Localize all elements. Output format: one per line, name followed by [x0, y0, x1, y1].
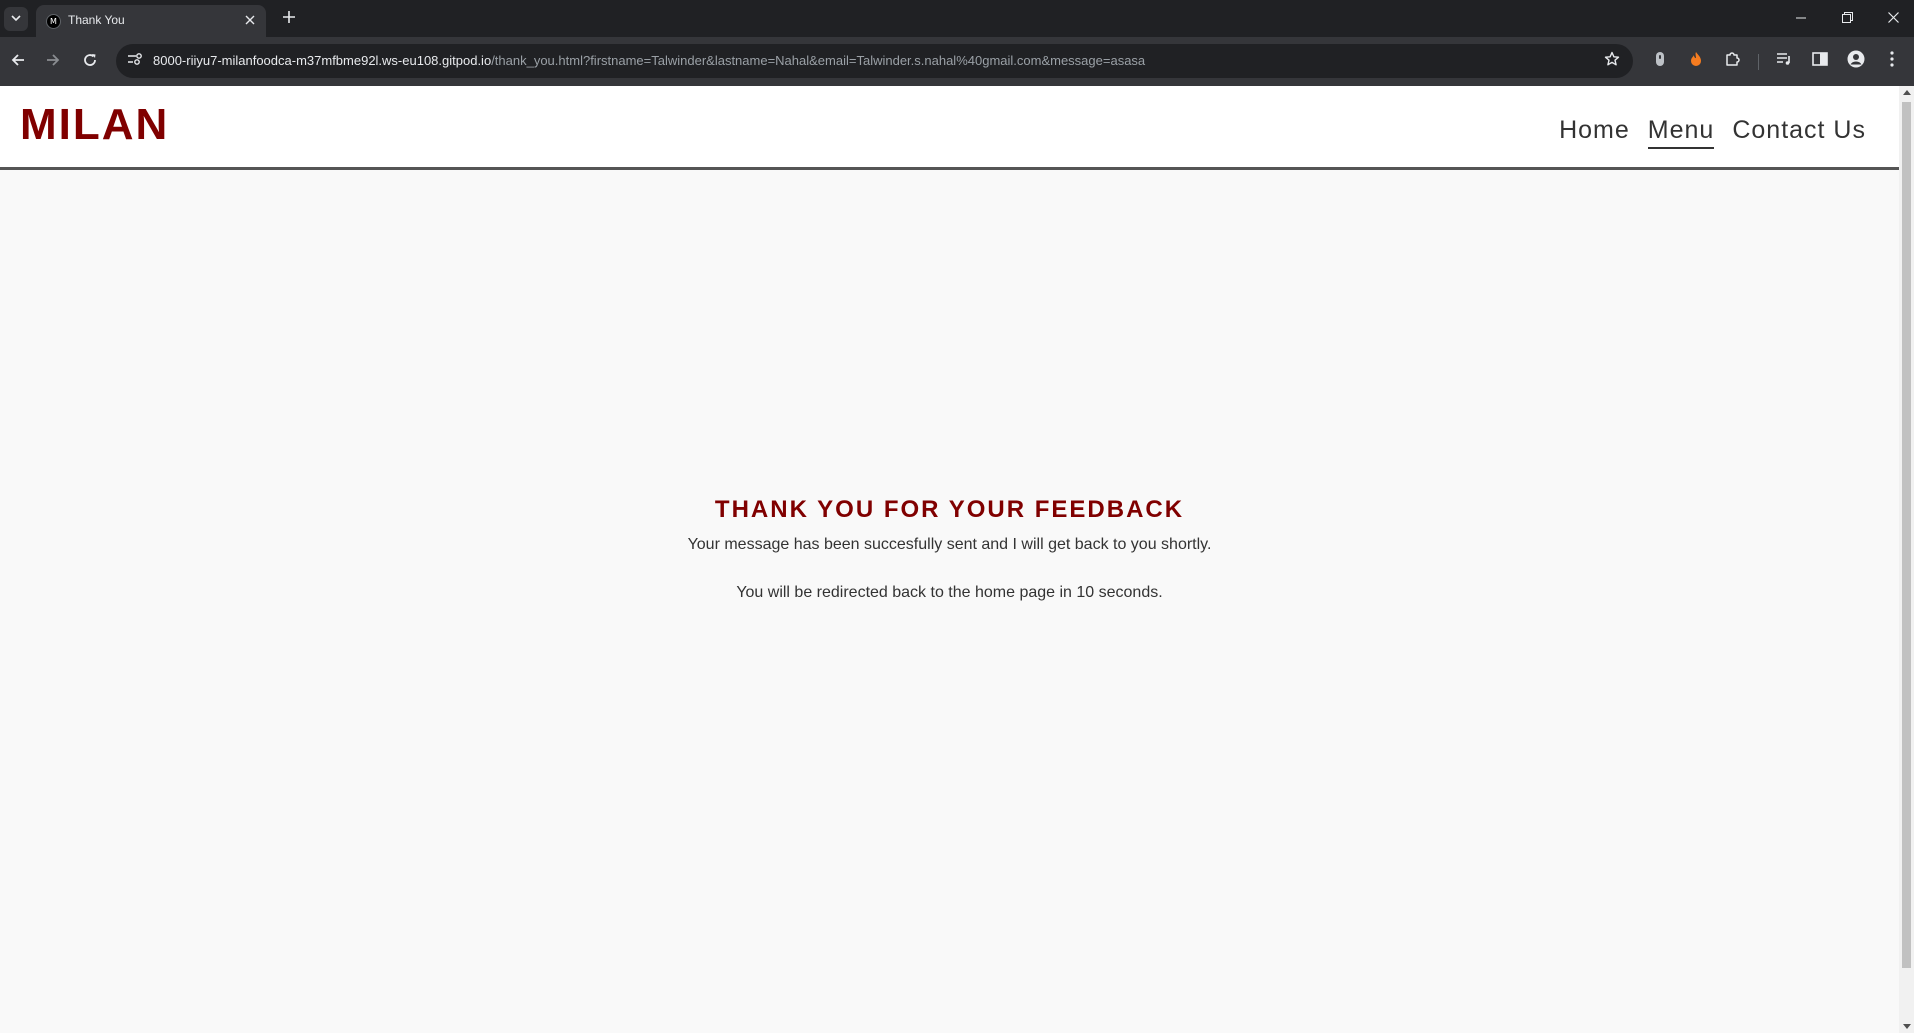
- side-panel-button[interactable]: [1808, 49, 1832, 73]
- page-scrollbar[interactable]: [1899, 86, 1914, 1033]
- close-icon: [245, 12, 255, 30]
- close-window-icon: [1887, 10, 1899, 28]
- url-text[interactable]: 8000-riiyu7-milanfoodca-m37mfbme92l.ws-e…: [153, 53, 1145, 68]
- minimize-icon: [1796, 10, 1806, 28]
- close-window-button[interactable]: [1878, 6, 1908, 32]
- site-info-icon: [127, 52, 143, 71]
- tab-title: Thank You: [68, 13, 125, 27]
- address-bar[interactable]: 8000-riiyu7-milanfoodca-m37mfbme92l.ws-e…: [116, 44, 1633, 78]
- side-panel-icon: [1812, 51, 1828, 71]
- extension-button[interactable]: [1648, 49, 1672, 73]
- nav-link-contact[interactable]: Contact Us: [1732, 116, 1866, 149]
- extensions-menu-button[interactable]: [1720, 49, 1744, 73]
- tab-list-icon: [11, 10, 21, 28]
- url-host: 8000-riiyu7-milanfoodca-m37mfbme92l.ws-e…: [153, 53, 492, 68]
- back-arrow-icon: [11, 53, 25, 72]
- puzzle-icon: [1724, 51, 1740, 72]
- media-control-button[interactable]: [1772, 49, 1796, 73]
- forward-button[interactable]: [40, 49, 66, 75]
- flame-icon: [1689, 51, 1703, 72]
- scroll-up-arrow-icon[interactable]: [1903, 90, 1911, 95]
- minimize-button[interactable]: [1786, 6, 1816, 32]
- confirmation-text: Your message has been succesfully sent a…: [687, 536, 1212, 553]
- site-header: MILAN Home Menu Contact Us: [0, 86, 1899, 170]
- site-logo[interactable]: MILAN: [20, 100, 169, 150]
- reload-icon: [83, 53, 97, 72]
- redirect-notice: You will be redirected back to the home …: [736, 584, 1163, 601]
- new-tab-button[interactable]: [278, 8, 300, 30]
- browser-tab-bar: M Thank You: [0, 0, 1914, 37]
- browser-tab[interactable]: M Thank You: [36, 5, 266, 37]
- nav-link-home[interactable]: Home: [1559, 116, 1630, 149]
- favicon-icon: M: [46, 14, 61, 29]
- forward-arrow-icon: [46, 53, 60, 72]
- nav-link-menu[interactable]: Menu: [1647, 116, 1715, 149]
- bookmark-button[interactable]: [1603, 51, 1621, 72]
- media-icon: [1776, 52, 1792, 71]
- tab-list-button[interactable]: [4, 7, 28, 31]
- browser-toolbar: 8000-riiyu7-milanfoodca-m37mfbme92l.ws-e…: [0, 37, 1914, 86]
- page-viewport: MILAN Home Menu Contact Us THANK YOU FOR…: [0, 86, 1899, 1033]
- more-menu-icon: [1890, 50, 1894, 72]
- scroll-down-arrow-icon[interactable]: [1903, 1024, 1911, 1029]
- thank-you-message: THANK YOU FOR YOUR FEEDBACK Your message…: [0, 496, 1899, 602]
- extension-icon: [1654, 51, 1666, 72]
- url-path: /thank_you.html?firstname=Talwinder&last…: [491, 53, 1146, 68]
- profile-button[interactable]: [1844, 49, 1868, 73]
- page-title: THANK YOU FOR YOUR FEEDBACK: [714, 496, 1185, 523]
- plus-icon: [283, 10, 295, 28]
- star-icon: [1604, 51, 1620, 72]
- toolbar-divider: [1758, 54, 1759, 70]
- more-menu-button[interactable]: [1880, 49, 1904, 73]
- scrollbar-thumb[interactable]: [1902, 102, 1911, 968]
- main-nav: Home Menu Contact Us: [1559, 116, 1866, 149]
- profile-icon: [1847, 50, 1865, 73]
- site-info-button[interactable]: [126, 52, 144, 71]
- back-button[interactable]: [5, 49, 31, 75]
- extension-button-2[interactable]: [1684, 49, 1708, 73]
- restore-icon: [1841, 10, 1853, 28]
- tab-close-button[interactable]: [242, 13, 258, 29]
- reload-button[interactable]: [77, 49, 103, 75]
- restore-button[interactable]: [1832, 6, 1862, 32]
